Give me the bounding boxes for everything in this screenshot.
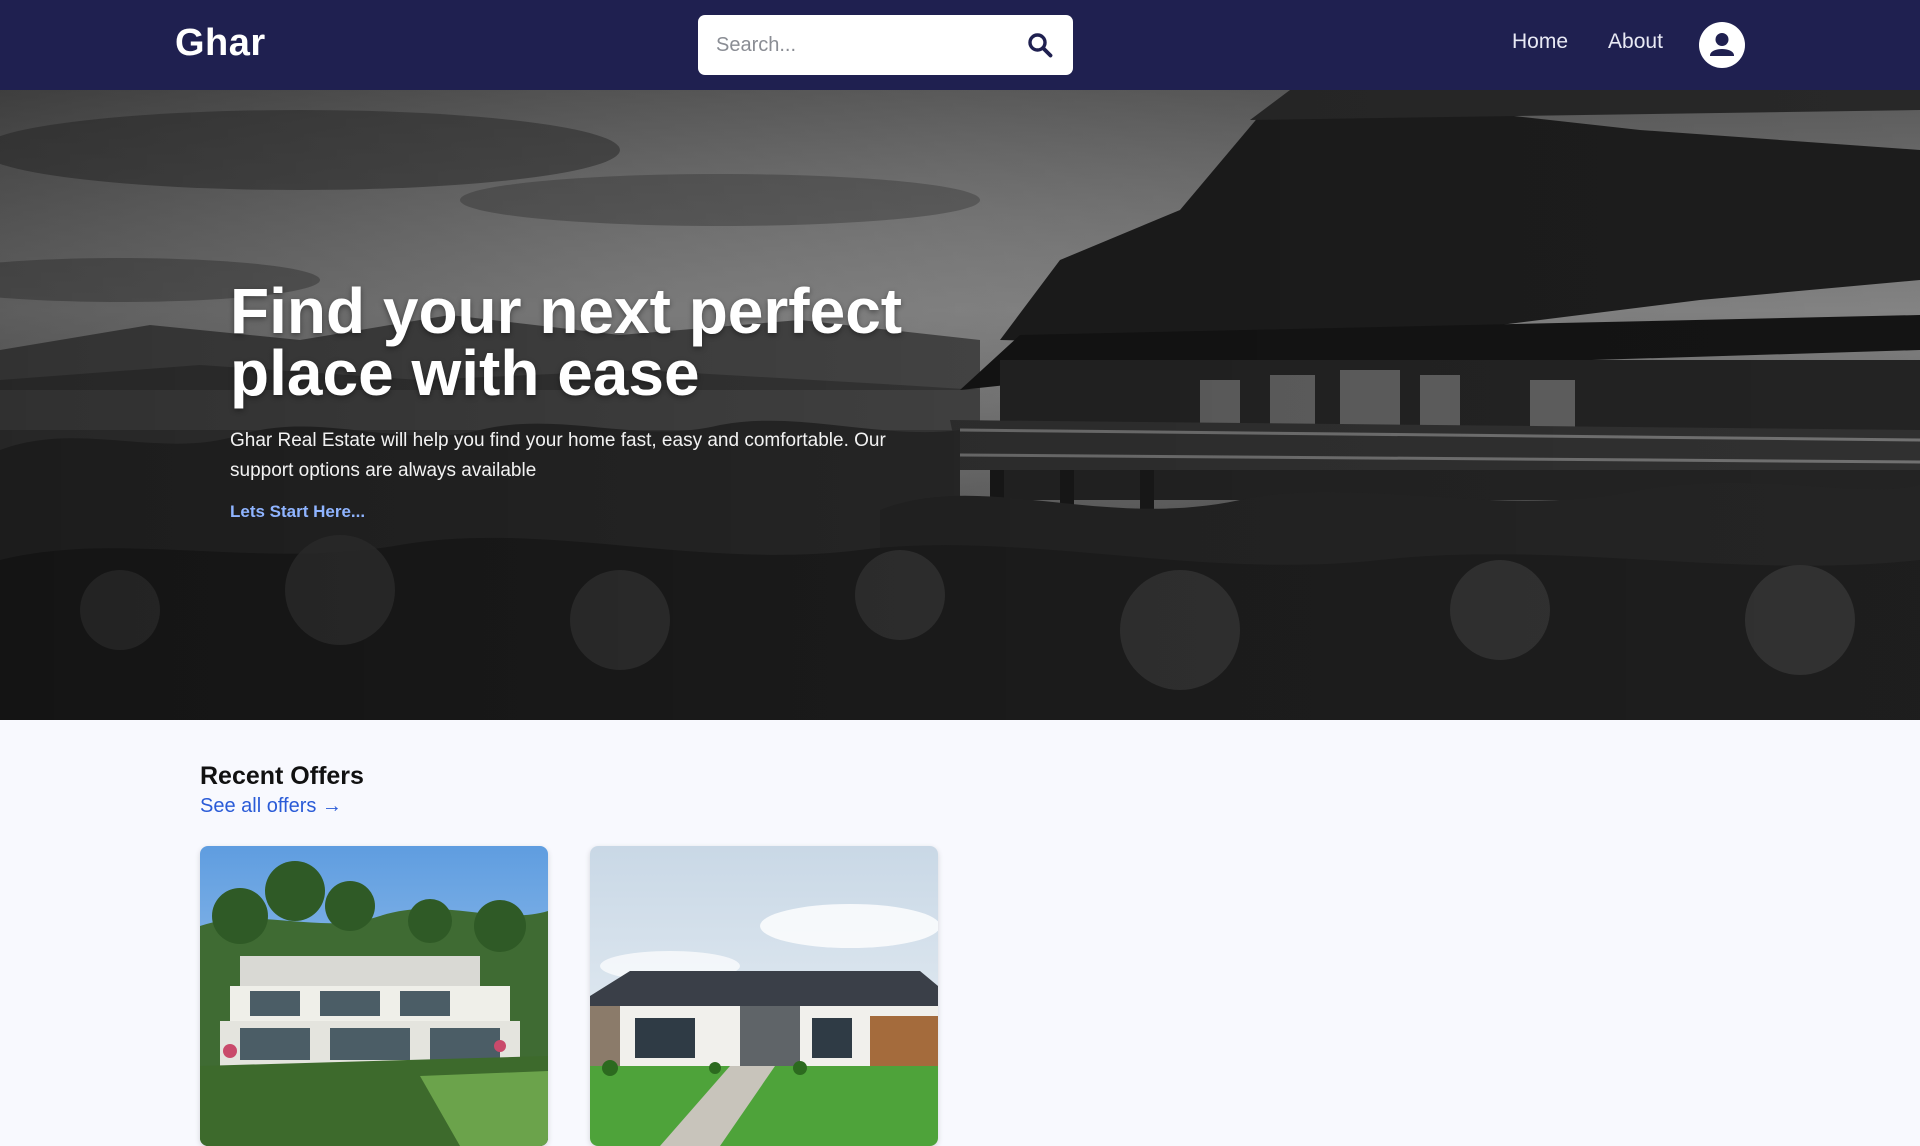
offer-cards [200, 846, 938, 1146]
recent-offers-section: Recent Offers See all offers → [200, 762, 1720, 1146]
search-button[interactable] [1023, 28, 1057, 62]
nav-about[interactable]: About [1608, 30, 1663, 54]
hero-content: Find your next perfect place with ease G… [230, 275, 950, 522]
offer-image [200, 846, 548, 1146]
brand-logo[interactable]: Ghar [175, 22, 266, 65]
hero-subtitle: Ghar Real Estate will help you find your… [230, 430, 886, 481]
hero-title: Find your next perfect place with ease [230, 275, 903, 409]
offer-image [590, 846, 938, 1146]
search-input[interactable] [714, 15, 1023, 75]
see-all-offers-link[interactable]: See all offers → [200, 795, 342, 818]
navbar: Ghar Home About [0, 0, 1920, 90]
search-bar [698, 15, 1073, 75]
search-icon [1028, 33, 1053, 58]
hero-section: Find your next perfect place with ease G… [0, 90, 1920, 720]
user-icon [1701, 24, 1743, 66]
hero-cta-link[interactable]: Lets Start Here... [230, 502, 365, 522]
nav-home[interactable]: Home [1512, 30, 1568, 54]
offer-card[interactable] [200, 846, 548, 1146]
offers-title: Recent Offers [200, 762, 364, 790]
profile-button[interactable] [1699, 22, 1745, 68]
offer-card[interactable] [590, 846, 938, 1146]
main-nav: Home About [1512, 30, 1663, 54]
